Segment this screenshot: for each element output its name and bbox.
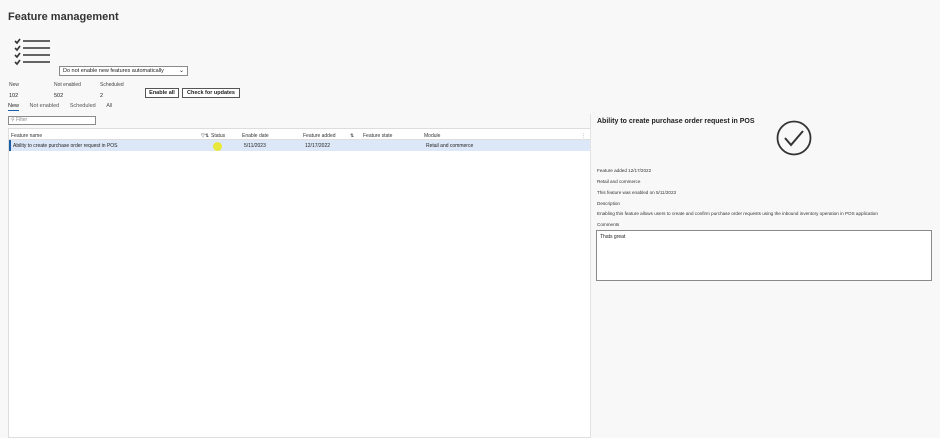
check-circle-icon — [776, 120, 812, 156]
cell-enable-date: 5/11/2023 — [244, 143, 266, 149]
column-options-icon[interactable]: ⋮ — [581, 133, 586, 139]
filter-placeholder: Filter — [16, 117, 28, 123]
cell-feature-name: Ability to create purchase order request… — [13, 143, 118, 149]
grid-header: Feature name ▽⇅ Status Enable date Featu… — [9, 129, 590, 140]
detail-description-label: Description — [597, 201, 620, 206]
cell-feature-added: 12/17/2022 — [305, 143, 331, 149]
tab-bar: New Not enabled Scheduled All — [8, 103, 121, 111]
detail-feature-added: Feature added 12/17/2022 — [597, 168, 652, 173]
stat-label: Scheduled — [100, 82, 124, 88]
enable-all-button[interactable]: Enable all — [145, 88, 179, 98]
page-title: Feature management — [8, 11, 119, 23]
stat-scheduled: Scheduled 2 — [100, 82, 124, 99]
check-updates-button[interactable]: Check for updates — [182, 88, 240, 98]
chevron-down-icon: ⌄ — [178, 68, 184, 74]
stat-not-enabled: Not enabled 502 — [54, 82, 81, 99]
stat-label: New — [9, 82, 20, 88]
detail-description: Enabling this feature allows users to cr… — [597, 211, 878, 216]
tab-scheduled[interactable]: Scheduled — [70, 103, 96, 109]
table-row[interactable]: Ability to create purchase order request… — [9, 140, 590, 151]
stat-value: 2 — [100, 93, 104, 99]
stat-label: Not enabled — [54, 82, 81, 88]
auto-enable-select[interactable]: Do not enable new features automatically… — [59, 66, 188, 76]
detail-module: Retail and commerce — [597, 179, 641, 184]
tab-all[interactable]: All — [106, 103, 112, 109]
status-highlight — [213, 142, 222, 151]
cell-module: Retail and commerce — [426, 143, 474, 149]
detail-pane: Ability to create purchase order request… — [591, 114, 940, 438]
detail-comments-label: Comments — [597, 222, 620, 227]
column-feature-name[interactable]: Feature name — [11, 133, 42, 139]
sort-icon[interactable]: ⇅ — [350, 133, 354, 139]
column-feature-state[interactable]: Feature state — [363, 133, 392, 139]
checklist-icon — [14, 38, 50, 66]
column-status[interactable]: Status — [211, 133, 225, 139]
search-icon: ⚲ — [11, 117, 15, 123]
stat-value: 502 — [54, 93, 64, 99]
column-enable-date[interactable]: Enable date — [242, 133, 269, 139]
filter-sort-icon[interactable]: ▽⇅ — [201, 133, 209, 139]
filter-input[interactable]: ⚲ Filter — [8, 116, 96, 125]
comments-textarea[interactable]: Thats great — [596, 230, 932, 281]
detail-title: Ability to create purchase order request… — [597, 118, 755, 125]
column-module[interactable]: Module — [424, 133, 440, 139]
auto-enable-value: Do not enable new features automatically — [63, 68, 164, 74]
tab-new[interactable]: New — [8, 103, 20, 111]
stat-value: 102 — [9, 93, 19, 99]
feature-grid: Feature name ▽⇅ Status Enable date Featu… — [8, 128, 591, 438]
detail-enabled-on: This feature was enabled on 5/11/2023 — [597, 190, 677, 195]
stat-new: New 102 — [9, 82, 19, 99]
column-feature-added[interactable]: Feature added — [303, 133, 336, 139]
tab-not-enabled[interactable]: Not enabled — [30, 103, 60, 109]
